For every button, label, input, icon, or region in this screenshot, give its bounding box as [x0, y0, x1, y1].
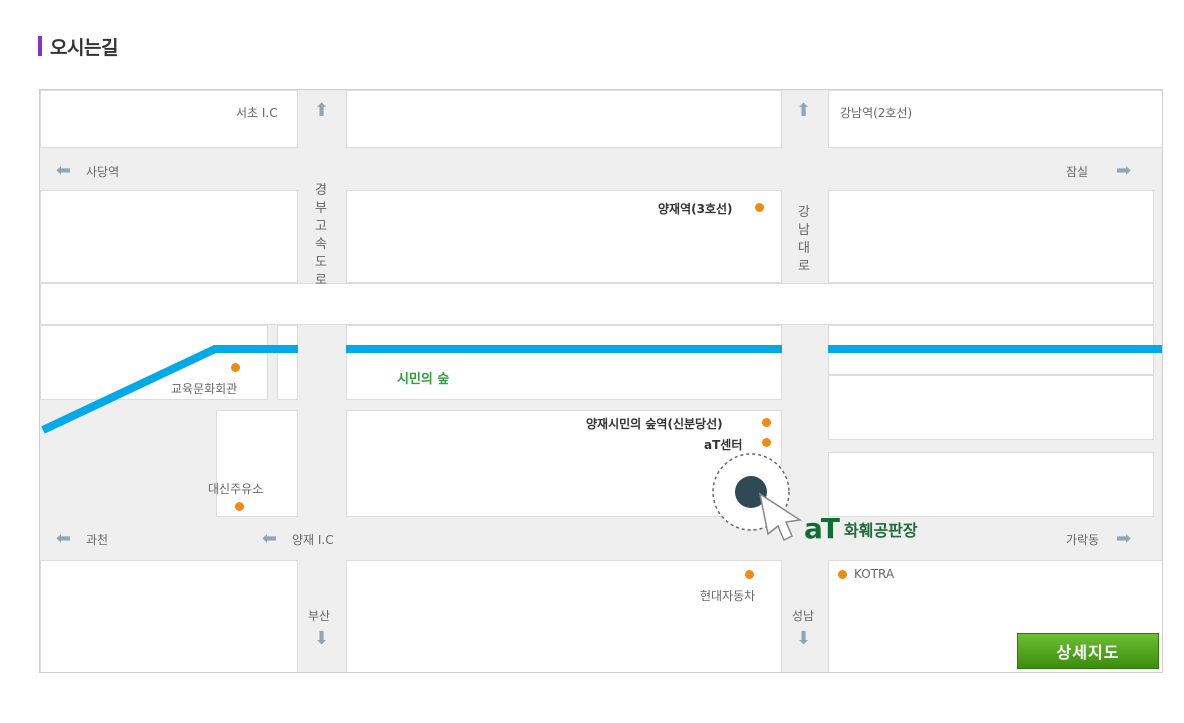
- poi-yangjae-station: 양재역(3호선): [658, 202, 733, 216]
- at-logo-name: 화훼공판장: [844, 521, 918, 540]
- road-label-gangnam-daero: 강남대로: [798, 205, 810, 274]
- arrow-right-icon: ➡: [1116, 160, 1132, 181]
- page-title: 오시는길: [50, 36, 118, 59]
- arrow-up-icon: ⬆: [796, 100, 812, 121]
- location-map: 서초 I.C ⬆ ⬆ 강남역(2호선) ⬅ 사당역 잠실 ➡ 경부고속도로 강남…: [39, 89, 1163, 673]
- arrow-left-icon: ⬅: [262, 528, 278, 549]
- arrow-down-icon: ⬇: [314, 628, 330, 649]
- road-label-jamsil: 잠실: [1066, 165, 1089, 179]
- road-label-seocho-ic: 서초 I.C: [236, 106, 278, 120]
- road-label-seongnam: 성남: [792, 609, 815, 623]
- poi-marker: [762, 418, 771, 427]
- section-heading: 오시는길: [38, 34, 118, 59]
- road-label-sadang: 사당역: [86, 165, 120, 179]
- heading-accent-bar: [38, 36, 42, 56]
- poi-at-center: aT센터: [704, 438, 743, 452]
- poi-citizens-forest: 시민의 숲: [397, 372, 450, 387]
- poi-gas-station: 대신주유소: [208, 482, 264, 496]
- arrow-up-icon: ⬆: [314, 100, 330, 121]
- poi-marker: [745, 570, 754, 579]
- road-label-yangjae-ic: 양재 I.C: [292, 533, 334, 547]
- poi-marker: [755, 203, 764, 212]
- poi-yangjae-forest-station: 양재시민의 숲역(신분당선): [586, 417, 723, 431]
- road-label-busan: 부산: [308, 609, 331, 623]
- poi-marker: [231, 363, 240, 372]
- poi-marker: [762, 438, 771, 447]
- poi-hyundai-motors: 현대자동차: [700, 589, 756, 603]
- arrow-left-icon: ⬅: [56, 528, 72, 549]
- arrow-right-icon: ➡: [1116, 528, 1132, 549]
- at-logo: aT 화훼공판장: [804, 515, 918, 543]
- poi-kotra: KOTRA: [854, 567, 895, 581]
- arrow-left-icon: ⬅: [56, 160, 72, 181]
- arrow-down-icon: ⬇: [796, 628, 812, 649]
- road-label-gyeongbu-expressway: 경부고속도로: [315, 183, 327, 288]
- poi-marker: [235, 502, 244, 511]
- detail-map-button[interactable]: 상세지도: [1017, 633, 1159, 669]
- road-label-garakdong: 가락동: [1066, 533, 1100, 547]
- road-label-gwacheon: 과천: [86, 533, 109, 547]
- road-label-gangnam-station: 강남역(2호선): [840, 106, 913, 120]
- poi-education-center: 교육문화회관: [171, 382, 238, 396]
- poi-marker: [838, 570, 847, 579]
- at-logo-mark: aT: [804, 512, 840, 545]
